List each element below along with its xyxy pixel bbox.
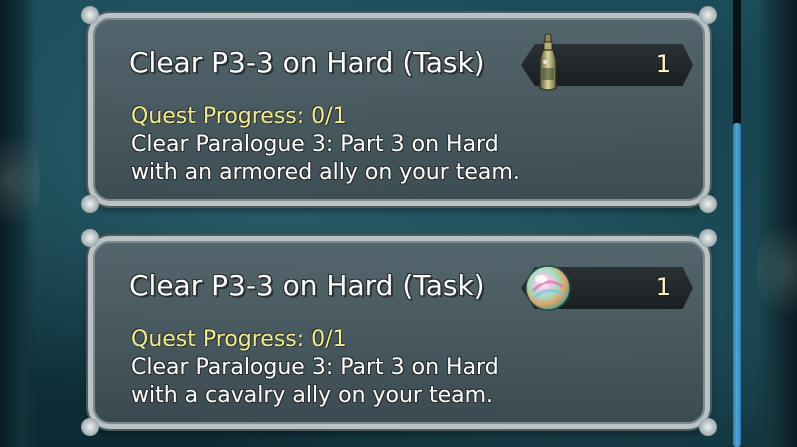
quest-description-line: Clear Paralogue 3: Part 3 on Hard <box>131 355 499 380</box>
quest-card[interactable]: Clear P3-3 on Hard (Task) 1 Quest Progre… <box>81 229 717 436</box>
quest-title: Clear P3-3 on Hard (Task) <box>129 46 485 79</box>
right-edge-decoration <box>757 0 797 447</box>
card-corner-ornament <box>81 6 99 24</box>
left-ornament <box>0 120 40 240</box>
reward-count: 1 <box>655 50 671 78</box>
right-ornament <box>757 210 797 330</box>
card-corner-ornament <box>699 229 717 247</box>
card-corner-ornament <box>699 195 717 213</box>
reward-count: 1 <box>655 273 671 301</box>
quest-description-line: Clear Paralogue 3: Part 3 on Hard <box>131 132 499 157</box>
quest-description-line: with an armored ally on your team. <box>131 160 520 185</box>
card-corner-ornament <box>81 229 99 247</box>
card-corner-ornament <box>81 418 99 436</box>
quest-reward: 1 <box>521 33 693 91</box>
quest-description-line: with a cavalry ally on your team. <box>131 383 494 408</box>
quest-progress: Quest Progress: 0/1 <box>131 327 347 352</box>
card-corner-ornament <box>699 6 717 24</box>
quest-card[interactable]: Clear P3-3 on Hard (Task) 1 Quest Progre… <box>81 6 717 213</box>
rainbow-orb-icon <box>523 263 573 317</box>
left-edge-decoration <box>0 0 40 447</box>
dueling-crest-bottle-icon <box>535 32 561 98</box>
quest-title: Clear P3-3 on Hard (Task) <box>129 269 485 302</box>
scrollbar-thumb[interactable] <box>733 123 741 447</box>
quest-progress: Quest Progress: 0/1 <box>131 104 347 129</box>
quest-reward: 1 <box>521 263 693 313</box>
card-corner-ornament <box>699 418 717 436</box>
card-corner-ornament <box>81 195 99 213</box>
